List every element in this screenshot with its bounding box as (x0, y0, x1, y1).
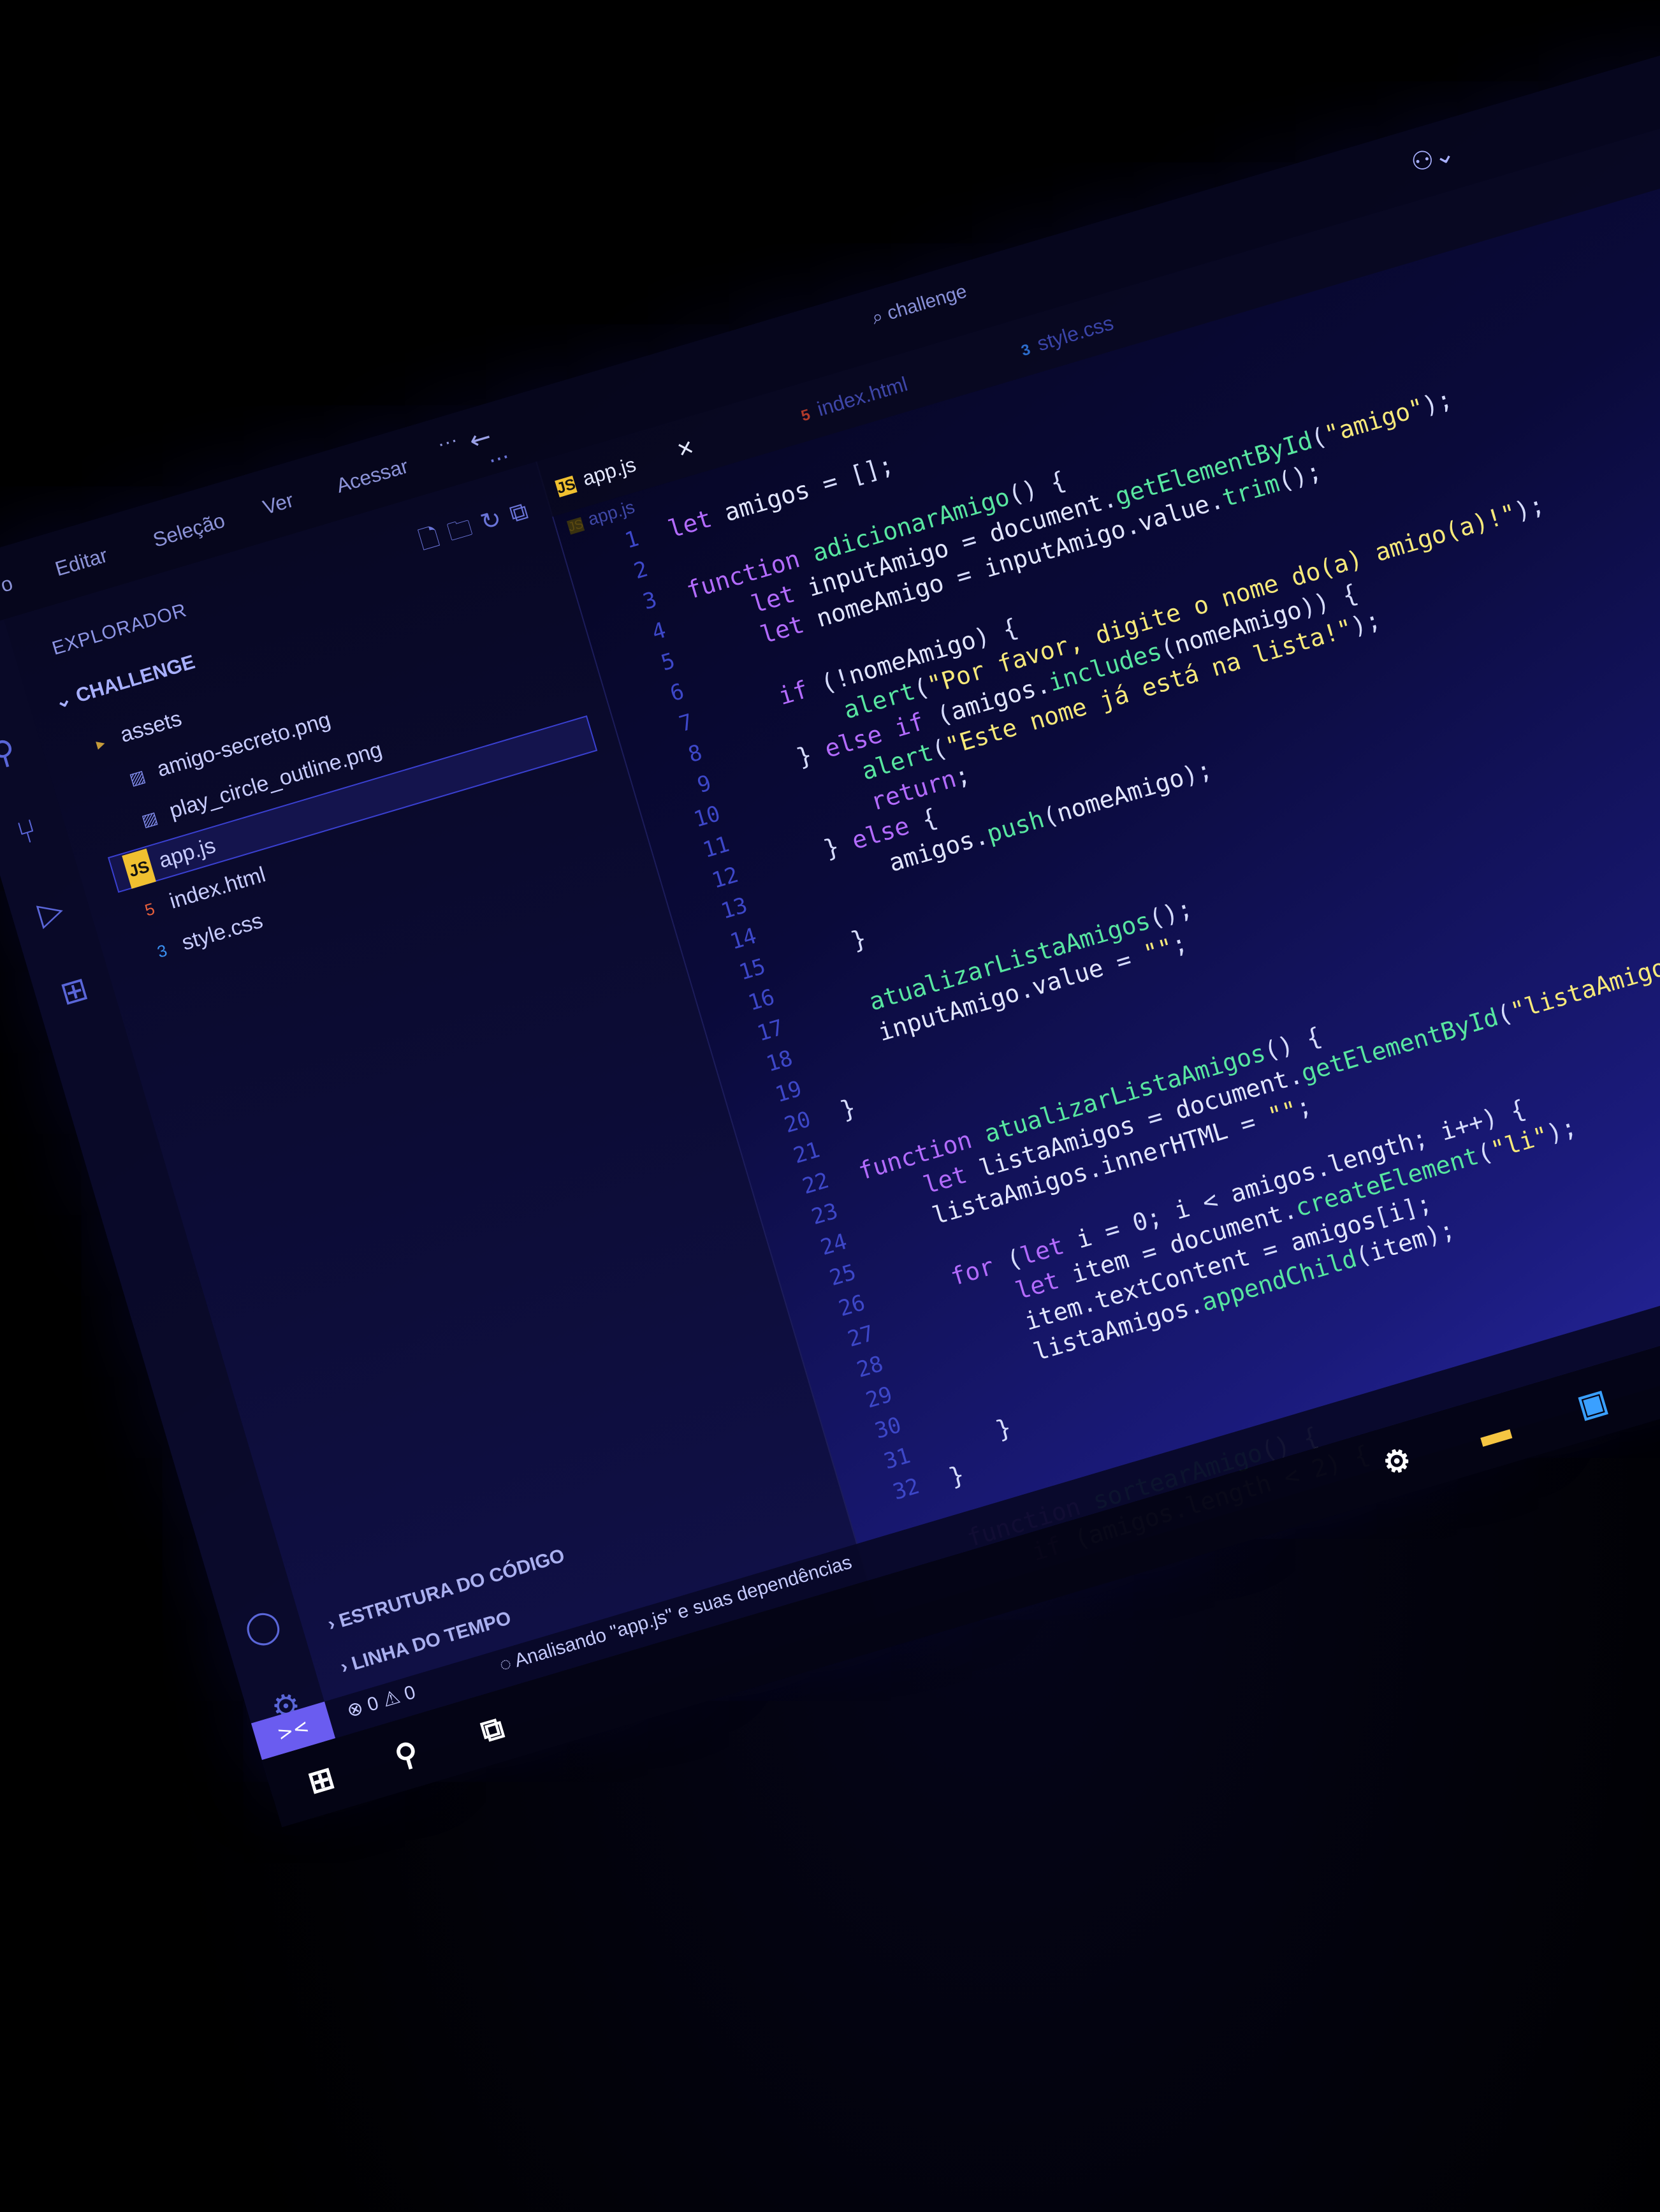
menu-more[interactable]: ··· (434, 428, 460, 457)
tree-item-label: style.css (178, 908, 266, 956)
image-icon: ▨ (127, 766, 148, 789)
run-debug-icon[interactable]: ▷ (27, 888, 75, 935)
menu-ver[interactable]: Ver (260, 488, 296, 520)
tree-item-label: assets (117, 706, 185, 748)
js-file-icon: JS (122, 848, 156, 889)
tab-label: style.css (1034, 311, 1116, 356)
code-line[interactable]: } (837, 1094, 859, 1125)
html-file-icon: 5 (142, 898, 157, 920)
panel-label: ESTRUTURA DO CÓDIGO (337, 1544, 567, 1632)
css-file-icon: 3 (155, 940, 170, 962)
file-explorer-icon[interactable]: ▬ (1463, 1402, 1526, 1465)
menu-acessar[interactable]: Acessar (333, 454, 411, 497)
search-icon[interactable]: ⚲ (375, 1724, 439, 1787)
html-file-icon: 5 (799, 406, 813, 425)
source-control-icon[interactable]: ⑂ (3, 809, 51, 856)
menu-arquivo[interactable]: Arquivo (0, 571, 15, 613)
js-file-icon: JS (555, 475, 578, 497)
close-icon[interactable]: ✕ (674, 436, 697, 462)
code-line[interactable]: } (945, 1460, 967, 1491)
js-file-icon: JS (566, 516, 585, 535)
task-view-icon[interactable]: ⧉ (461, 1699, 524, 1762)
outline-panel-header[interactable]: › ESTRUTURA DO CÓDIGO (325, 1545, 567, 1636)
windows-start-icon[interactable]: ⊞ (289, 1749, 353, 1812)
image-icon: ▨ (139, 807, 160, 831)
store-icon[interactable]: ▣ (1561, 1373, 1624, 1436)
copilot-icon[interactable]: ⚇⌄ (1408, 138, 1459, 179)
code-line[interactable]: } (792, 924, 870, 972)
tab-label: index.html (814, 372, 910, 421)
code-line[interactable]: } (936, 1413, 1014, 1461)
tree-item-label: app.js (156, 833, 219, 873)
explorer-actions: 🗋🗀↻⧉ (414, 490, 543, 564)
folder-icon: ▸ (94, 733, 108, 754)
menu-selecao[interactable]: Seleção (150, 509, 228, 552)
css-file-icon: 3 (1019, 341, 1033, 360)
folder-name: CHALLENGE (73, 650, 198, 707)
menu-editar[interactable]: Editar (52, 543, 110, 581)
explorer-title: EXPLORADOR (50, 599, 189, 659)
search-icon[interactable]: ⚲ (0, 729, 27, 777)
explorer-files-icon[interactable]: ⎘ (0, 649, 4, 697)
account-icon[interactable]: ◯ (238, 1603, 286, 1651)
tab-label: app.js (579, 452, 639, 490)
extensions-icon[interactable]: ⊞ (50, 967, 98, 1015)
photo-scene: Arquivo Editar Seleção Ver Acessar ··· ←… (0, 0, 1660, 2212)
vscode-window: Arquivo Editar Seleção Ver Acessar ··· ←… (0, 48, 1660, 1827)
settings-icon[interactable]: ⚙ (1365, 1430, 1429, 1493)
